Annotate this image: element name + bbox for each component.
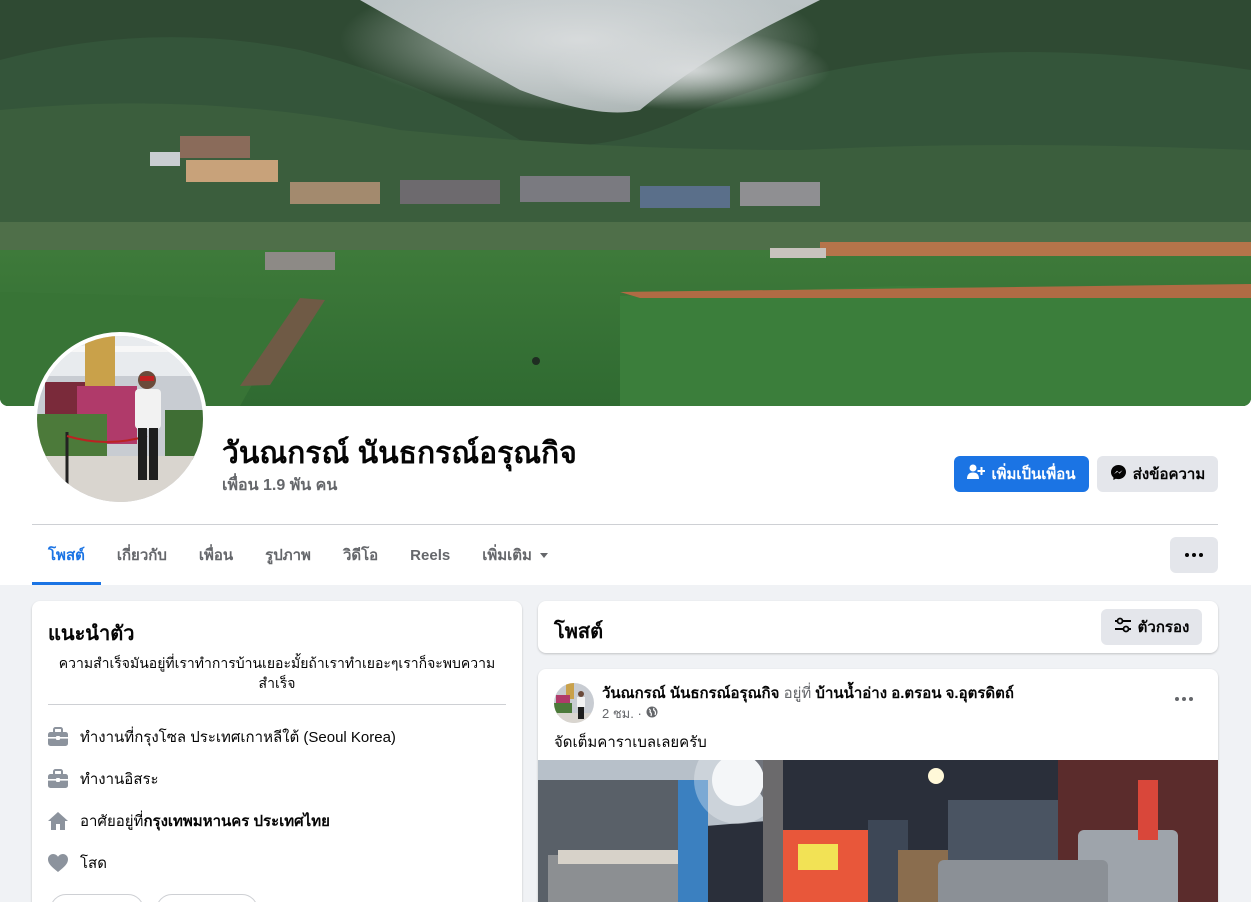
briefcase-icon: [47, 768, 69, 790]
post-time[interactable]: 2 ชม. ·: [602, 703, 642, 724]
add-friend-icon: [967, 464, 986, 484]
add-friend-button[interactable]: เพิ่มเป็นเพื่อน: [954, 456, 1089, 492]
profile-name: วันณกรณ์ นันธกรณ์อรุณกิจ: [222, 437, 577, 470]
intro-item-lives-in: อาศัยอยู่ที่ กรุงเทพมหานคร ประเทศไทย: [47, 809, 330, 833]
friend-count[interactable]: เพื่อน 1.9 พัน คน: [222, 473, 337, 498]
filter-label: ตัวกรอง: [1137, 619, 1190, 636]
tab-reels[interactable]: Reels: [394, 525, 466, 585]
profile-tabs: โพสต์ เกี่ยวกับ เพื่อน รูปภาพ วิดีโอ Ree…: [32, 525, 564, 585]
tab-about[interactable]: เกี่ยวกับ: [101, 525, 183, 585]
post-author-name[interactable]: วันณกรณ์ นันธกรณ์อรุณกิจ: [602, 685, 779, 702]
messenger-icon: [1110, 464, 1127, 485]
intro-item-relationship: โสด: [47, 851, 107, 875]
filter-button[interactable]: ตัวกรอง: [1101, 609, 1202, 645]
post-author-avatar[interactable]: [554, 683, 594, 723]
bio-text: ความสำเร็จมันอยู่ที่เราทำการบ้านเยอะมั้ย…: [58, 655, 496, 691]
intro-item-work: ทำงานที่ กรุงโซล ประเทศเกาหลีใต้ (Seoul …: [47, 725, 396, 749]
intro-title: แนะนำตัว: [48, 623, 135, 645]
tab-posts[interactable]: โพสต์: [32, 525, 101, 585]
home-icon: [47, 810, 69, 832]
message-label: ส่งข้อความ: [1132, 466, 1206, 483]
tab-friends[interactable]: เพื่อน: [183, 525, 249, 585]
posts-header-card: โพสต์ ตัวกรอง: [538, 601, 1218, 653]
posts-title: โพสต์: [554, 621, 604, 643]
post-place[interactable]: บ้านน้ำอ่าง อ.ตรอน จ.อุตรดิตถ์: [815, 685, 1014, 702]
message-button[interactable]: ส่งข้อความ: [1097, 456, 1218, 492]
post-text: จัดเต็มคาราเบลเลยครับ: [554, 734, 707, 751]
hobby-pill[interactable]: [50, 894, 144, 902]
more-options-button[interactable]: [1170, 537, 1218, 573]
post-meta: 2 ชม. ·: [602, 703, 658, 724]
post-card: วันณกรณ์ นันธกรณ์อรุณกิจ อยู่ที่ บ้านน้ำ…: [538, 669, 1218, 902]
profile-avatar[interactable]: [33, 332, 207, 506]
add-friend-label: เพิ่มเป็นเพื่อน: [991, 466, 1076, 483]
more-icon: [1185, 553, 1203, 557]
chevron-down-icon: [539, 552, 548, 558]
heart-icon: [47, 852, 69, 874]
intro-item-freelance: ทำงานอิสระ: [47, 767, 159, 791]
tab-videos[interactable]: วิดีโอ: [327, 525, 394, 585]
more-icon: [1175, 697, 1193, 701]
profile-header: วันณกรณ์ นันธกรณ์อรุณกิจ เพื่อน 1.9 พัน …: [0, 0, 1251, 585]
hobby-pill[interactable]: [156, 894, 258, 902]
tab-photos[interactable]: รูปภาพ: [249, 525, 327, 585]
bio-divider: [48, 704, 506, 705]
globe-icon: [646, 706, 658, 721]
post-author-line: วันณกรณ์ นันธกรณ์อรุณกิจ อยู่ที่ บ้านน้ำ…: [602, 681, 1014, 705]
intro-card: แนะนำตัว ความสำเร็จมันอยู่ที่เราทำการบ้า…: [32, 601, 522, 902]
briefcase-icon: [47, 726, 69, 748]
post-options-button[interactable]: [1168, 685, 1200, 713]
tab-more[interactable]: เพิ่มเติม: [466, 525, 564, 585]
post-at: อยู่ที่: [783, 685, 812, 702]
cover-photo[interactable]: [0, 0, 1251, 406]
post-photo[interactable]: [538, 760, 1218, 902]
filter-icon: [1114, 617, 1132, 637]
